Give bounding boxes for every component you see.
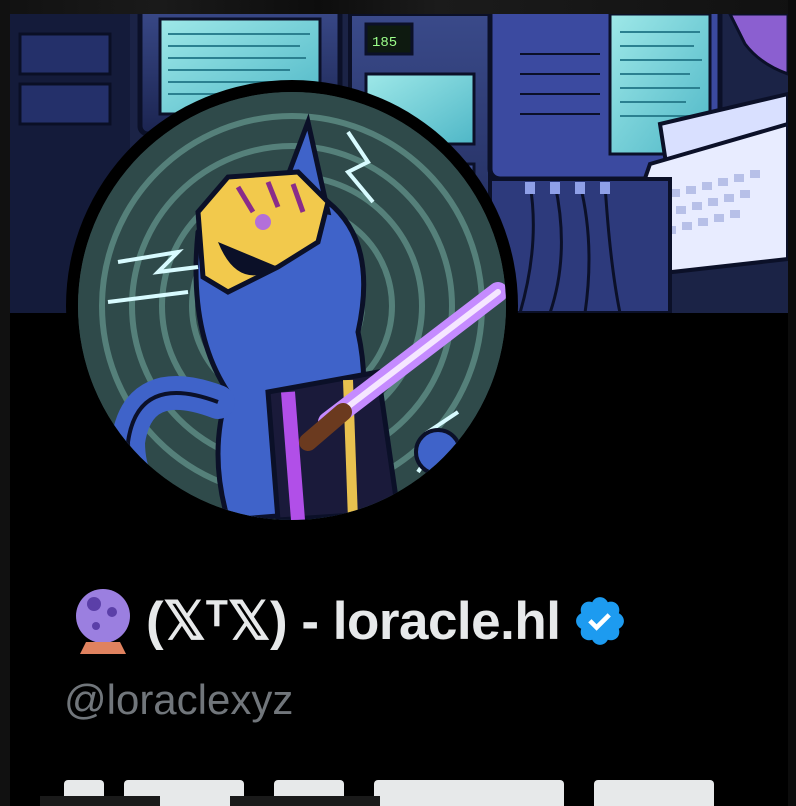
avatar-image	[78, 92, 506, 520]
display-name[interactable]: (𝕏ᵀ𝕏) - loracle.hl	[146, 591, 561, 652]
verified-badge-icon[interactable]	[572, 593, 628, 649]
window-left-edge	[0, 0, 10, 806]
profile-handle[interactable]: @loraclexyz	[64, 676, 293, 724]
profile-avatar[interactable]	[66, 80, 518, 532]
bio-cutoff	[64, 770, 764, 806]
avatar-cat-with-tiger-mask-image	[78, 92, 506, 520]
window-right-edge	[788, 0, 796, 806]
window-bottom-edge	[40, 796, 160, 806]
crystal-ball-icon	[76, 589, 130, 654]
window-top-edge	[0, 0, 796, 14]
svg-text:185: 185	[372, 35, 397, 51]
window-bottom-edge	[230, 796, 380, 806]
profile-name-row: (𝕏ᵀ𝕏) - loracle.hl	[66, 586, 628, 656]
